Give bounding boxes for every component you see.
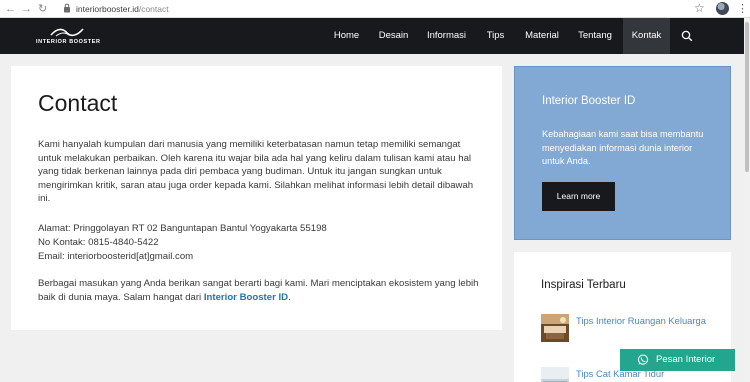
url-path: /contact (138, 4, 169, 14)
menu-item-tips[interactable]: Tips (479, 18, 512, 54)
menu-item-material[interactable]: Material (517, 18, 567, 54)
address-bar[interactable]: interiorbooster.id/contact (76, 2, 169, 16)
promo-text: Kebahagiaan kami saat bisa membantu meny… (542, 129, 704, 167)
bookmark-star-icon[interactable]: ☆ (694, 1, 705, 16)
contact-article: Contact Kami hanyalah kumpulan dari manu… (11, 66, 502, 330)
recent-posts-title: Inspirasi Terbaru (541, 279, 626, 291)
forward-arrow-icon[interactable]: → (21, 2, 32, 16)
promo-widget: Interior Booster ID Kebahagiaan kami saa… (514, 66, 731, 240)
page-scrollbar[interactable] (744, 18, 750, 382)
search-icon[interactable] (681, 30, 693, 42)
email-line: Email: interiorboosterid[at]gmail.com (38, 251, 194, 262)
promo-title: Interior Booster ID (542, 95, 636, 107)
menu-item-tentang[interactable]: Tentang (572, 18, 618, 54)
reload-icon[interactable]: ↻ (38, 2, 47, 16)
url-host: interiorbooster.id (76, 4, 139, 14)
learn-more-button[interactable]: Learn more (542, 182, 615, 211)
menu-item-kontak[interactable]: Kontak (623, 18, 670, 54)
recent-post-item[interactable]: Tips Interior Ruangan Keluarga (541, 314, 716, 342)
menu-item-home[interactable]: Home (326, 18, 367, 54)
page-title: Contact (38, 90, 118, 116)
closing-paragraph: Berbagai masukan yang Anda berikan sanga… (38, 277, 483, 304)
whatsapp-order-button[interactable]: Pesan Interior (620, 349, 735, 371)
back-arrow-icon[interactable]: ← (5, 2, 16, 16)
intro-paragraph: Kami hanyalah kumpulan dari manusia yang… (38, 139, 474, 205)
site-header: INTERIOR BOOSTER Home Desain Informasi T… (0, 18, 744, 54)
whatsapp-icon (637, 354, 649, 365)
scrollbar-thumb[interactable] (745, 22, 749, 172)
phone-line: No Kontak: 0815-4840-5422 (38, 237, 159, 248)
site-logo[interactable]: INTERIOR BOOSTER (36, 27, 101, 47)
post-thumbnail[interactable] (541, 314, 569, 342)
browser-menu-icon[interactable]: ⋮ (737, 2, 748, 16)
lock-icon (64, 3, 70, 13)
logo-wave-icon (50, 28, 84, 37)
profile-avatar[interactable] (716, 2, 729, 15)
whatsapp-label: Pesan Interior (656, 354, 716, 365)
post-thumbnail[interactable] (541, 367, 569, 382)
browser-toolbar: ← → ↻ interiorbooster.id/contact ☆ ⋮ (0, 0, 750, 18)
menu-item-desain[interactable]: Desain (372, 18, 415, 54)
recent-post-title[interactable]: Tips Interior Ruangan Keluarga (576, 314, 711, 327)
closing-end: . (288, 291, 291, 303)
address-line: Alamat: Pringgolayan RT 02 Banguntapan B… (38, 223, 327, 234)
interior-booster-link[interactable]: Interior Booster ID (204, 292, 288, 303)
menu-item-informasi[interactable]: Informasi (420, 18, 473, 54)
logo-text: INTERIOR BOOSTER (36, 39, 101, 45)
